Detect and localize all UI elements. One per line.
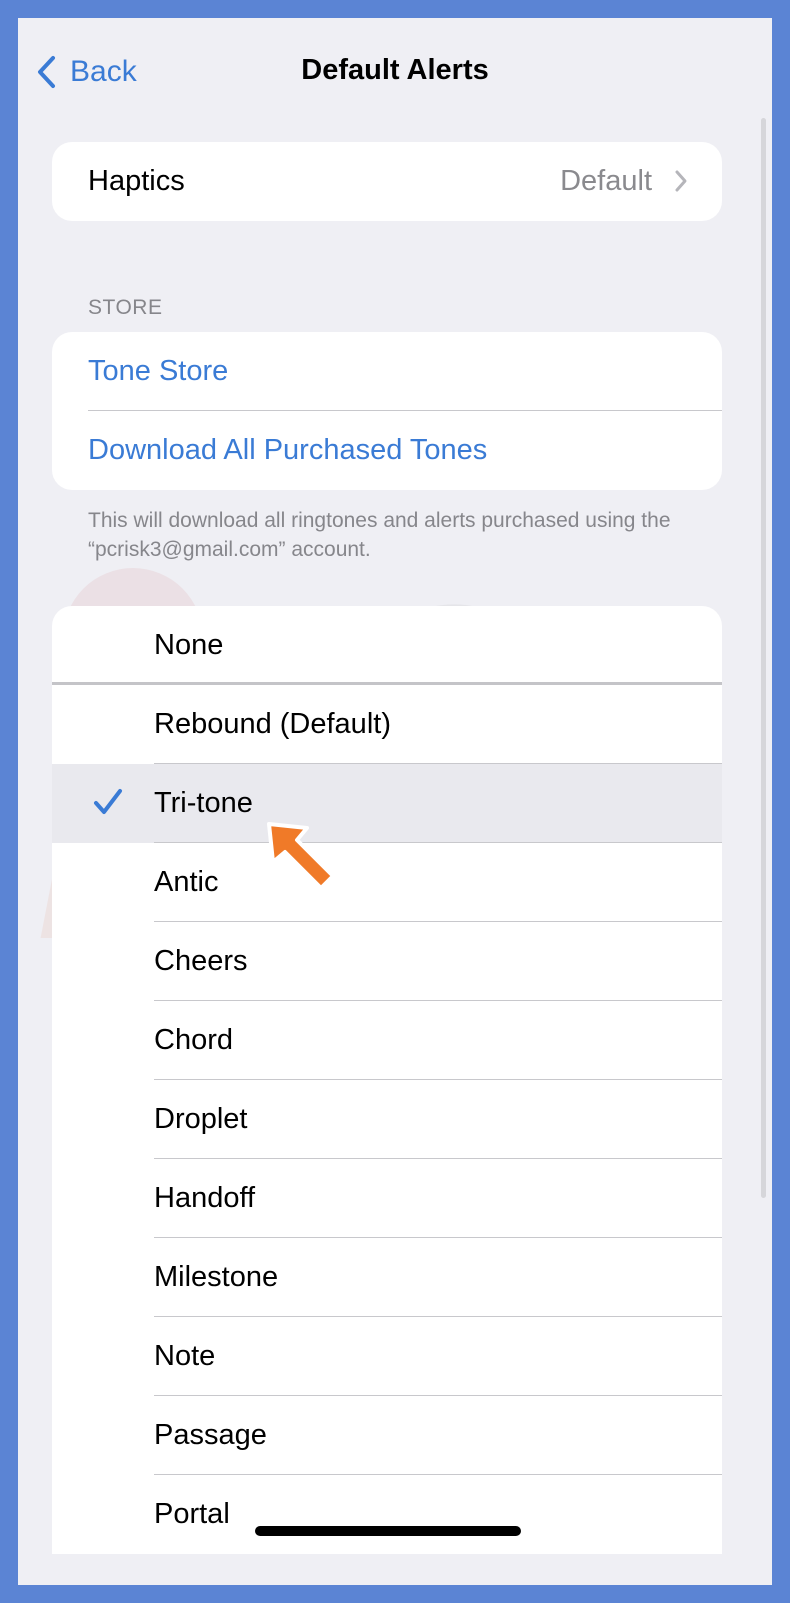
checkmark-icon: [94, 789, 122, 814]
page-title: Default Alerts: [301, 54, 489, 86]
tone-label: Note: [154, 1340, 216, 1372]
tone-label: Droplet: [154, 1103, 248, 1135]
tone-label: Tri-tone: [154, 787, 253, 819]
tone-label: Rebound (Default): [154, 708, 391, 740]
store-footer-note: This will download all ringtones and ale…: [88, 509, 671, 561]
tone-row-droplet[interactable]: Droplet: [52, 1080, 722, 1159]
tone-row-antic[interactable]: Antic: [52, 843, 722, 922]
tone-label: Handoff: [154, 1182, 256, 1214]
tone-row-portal[interactable]: Portal: [52, 1475, 722, 1554]
chevron-right-icon: [675, 170, 687, 192]
settings-screen: PC risk.com Back Default Alerts Haptics …: [18, 18, 772, 1585]
download-all-tones-link[interactable]: Download All Purchased Tones: [52, 411, 722, 490]
tone-label: None: [154, 629, 224, 661]
tone-row-chord[interactable]: Chord: [52, 1001, 722, 1080]
tone-row-note[interactable]: Note: [52, 1317, 722, 1396]
tone-store-label: Tone Store: [88, 355, 229, 387]
haptics-row[interactable]: Haptics Default: [52, 142, 722, 221]
tone-row-passage[interactable]: Passage: [52, 1396, 722, 1475]
store-section-header: STORE: [88, 296, 163, 319]
tone-row-milestone[interactable]: Milestone: [52, 1238, 722, 1317]
tone-row-tri-tone[interactable]: Tri-tone: [52, 764, 722, 843]
tone-list: None Rebound (Default) Tri-tone Antic Ch…: [52, 606, 722, 1554]
tone-label: Portal: [154, 1498, 230, 1530]
scrollbar[interactable]: [761, 118, 766, 1198]
home-indicator[interactable]: [255, 1526, 521, 1536]
pointer-arrow-icon: [267, 822, 335, 890]
navigation-bar: Back Default Alerts: [18, 18, 772, 122]
tone-store-link[interactable]: Tone Store: [52, 332, 722, 411]
tone-row-cheers[interactable]: Cheers: [52, 922, 722, 1001]
tone-label: Cheers: [154, 945, 248, 977]
tone-row-none[interactable]: None: [52, 606, 722, 685]
tone-label: Passage: [154, 1419, 267, 1451]
tone-row-rebound[interactable]: Rebound (Default): [52, 685, 722, 764]
haptics-value: Default: [560, 165, 652, 197]
tone-row-handoff[interactable]: Handoff: [52, 1159, 722, 1238]
tone-label: Milestone: [154, 1261, 279, 1293]
haptics-label: Haptics: [88, 165, 185, 197]
download-all-label: Download All Purchased Tones: [88, 434, 488, 466]
tone-label: Antic: [154, 866, 219, 898]
tone-label: Chord: [154, 1024, 233, 1056]
store-group: Tone Store Download All Purchased Tones: [52, 332, 722, 490]
